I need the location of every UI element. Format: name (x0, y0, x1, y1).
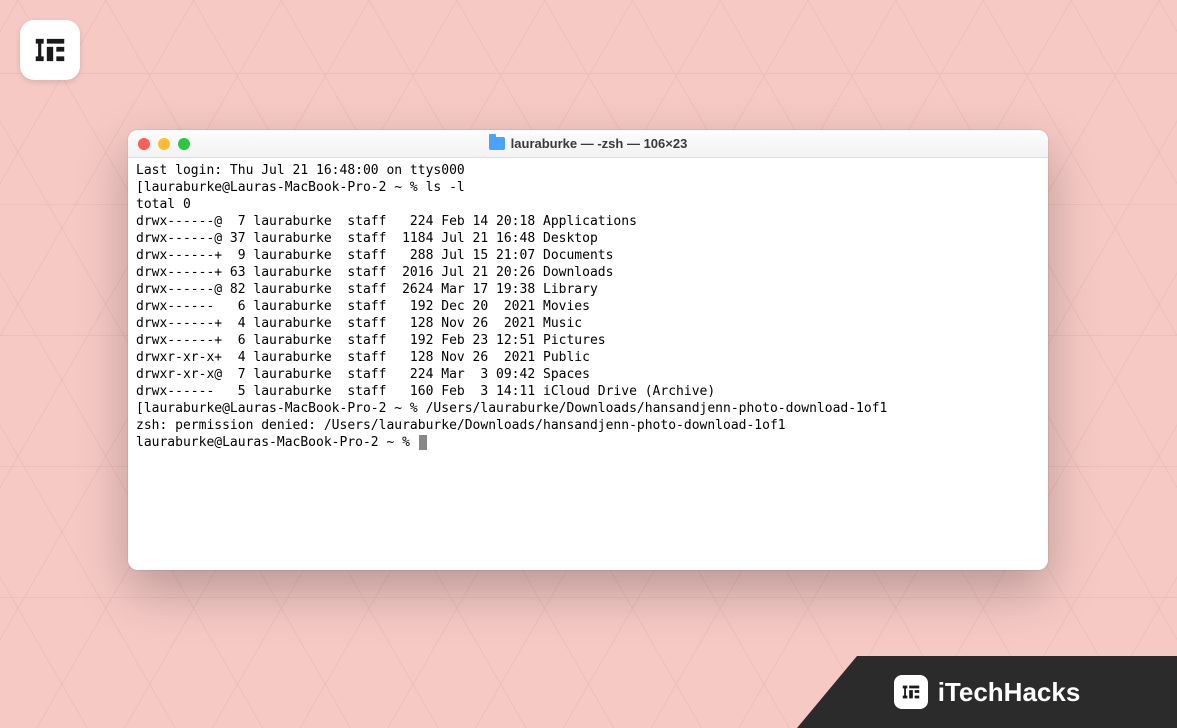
brand-logo-top (20, 20, 80, 80)
listing-row: drwx------+ 4 lauraburke staff 128 Nov 2… (136, 316, 582, 331)
maximize-button[interactable] (178, 138, 190, 150)
listing-row: drwx------ 5 lauraburke staff 160 Feb 3 … (136, 384, 715, 399)
window-title-text: lauraburke — -zsh — 106×23 (511, 136, 688, 151)
terminal-body[interactable]: Last login: Thu Jul 21 16:48:00 on ttys0… (128, 158, 1048, 570)
listing-row: drwx------+ 6 lauraburke staff 192 Feb 2… (136, 333, 606, 348)
cursor (419, 435, 427, 450)
prompt-1: [lauraburke@Lauras-MacBook-Pro-2 ~ % (136, 180, 426, 195)
close-button[interactable] (138, 138, 150, 150)
listing-row: drwx------@ 7 lauraburke staff 224 Feb 1… (136, 214, 637, 229)
last-login-line: Last login: Thu Jul 21 16:48:00 on ttys0… (136, 163, 465, 178)
window-titlebar[interactable]: lauraburke — -zsh — 106×23 (128, 130, 1048, 158)
error-line: zsh: permission denied: /Users/lauraburk… (136, 418, 786, 433)
listing-row: drwx------+ 63 lauraburke staff 2016 Jul… (136, 265, 613, 280)
brand-name: iTechHacks (938, 677, 1081, 708)
traffic-lights (138, 138, 190, 150)
listing-row: drwx------@ 82 lauraburke staff 2624 Mar… (136, 282, 598, 297)
minimize-button[interactable] (158, 138, 170, 150)
folder-icon (489, 137, 505, 150)
brand-banner: iTechHacks (797, 656, 1177, 728)
listing-row: drwx------ 6 lauraburke staff 192 Dec 20… (136, 299, 590, 314)
prompt-2: [lauraburke@Lauras-MacBook-Pro-2 ~ % (136, 401, 426, 416)
prompt-3: lauraburke@Lauras-MacBook-Pro-2 ~ % (136, 435, 418, 450)
window-title: lauraburke — -zsh — 106×23 (128, 136, 1048, 151)
listing-row: drwx------@ 37 lauraburke staff 1184 Jul… (136, 231, 598, 246)
itechhacks-icon (31, 31, 69, 69)
terminal-window: lauraburke — -zsh — 106×23 Last login: T… (128, 130, 1048, 570)
command-1: ls -l (426, 180, 465, 195)
listing-row: drwx------+ 9 lauraburke staff 288 Jul 1… (136, 248, 613, 263)
listing-row: drwxr-xr-x@ 7 lauraburke staff 224 Mar 3… (136, 367, 590, 382)
itechhacks-icon (900, 681, 922, 703)
brand-logo-bottom (894, 675, 928, 709)
total-line: total 0 (136, 197, 191, 212)
command-2: /Users/lauraburke/Downloads/hansandjenn-… (426, 401, 888, 416)
listing-row: drwxr-xr-x+ 4 lauraburke staff 128 Nov 2… (136, 350, 590, 365)
